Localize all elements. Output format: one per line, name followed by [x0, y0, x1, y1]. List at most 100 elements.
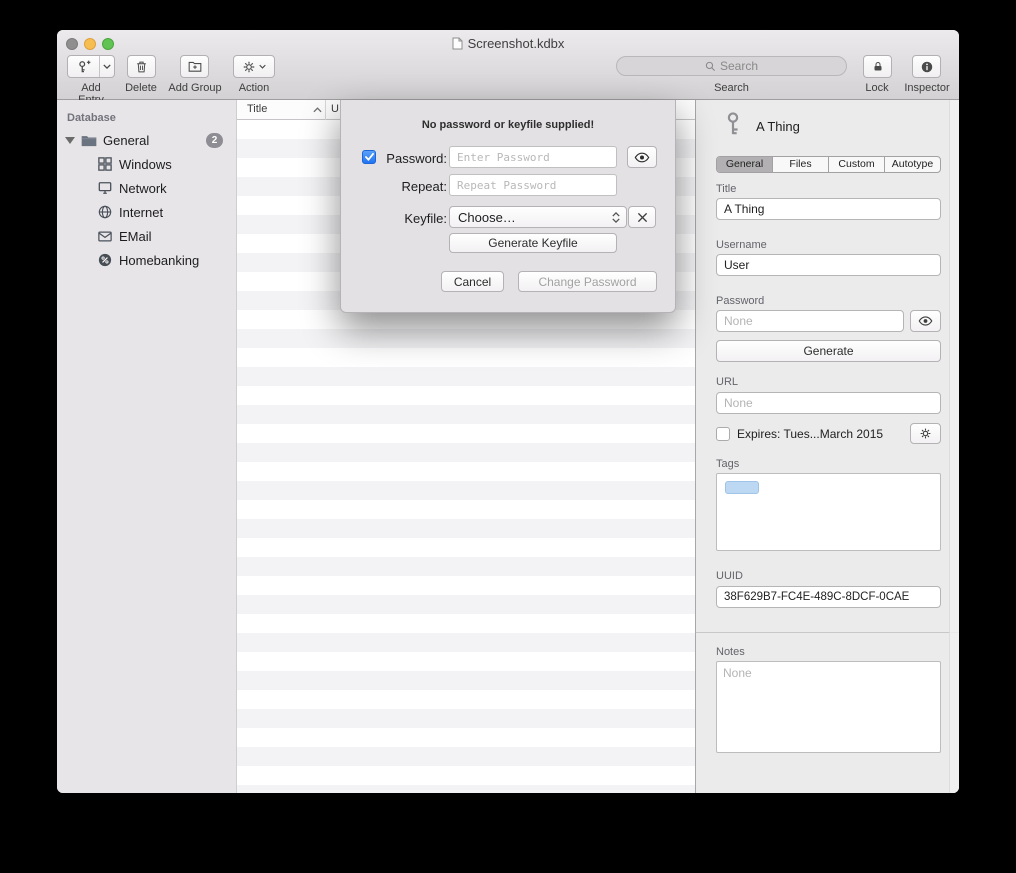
envelope-icon [97, 228, 113, 244]
info-icon [920, 60, 934, 74]
add-group-button[interactable] [180, 55, 209, 78]
sort-ascending-icon[interactable] [313, 104, 322, 116]
gear-icon [919, 427, 932, 440]
lock-icon [872, 60, 884, 73]
username-input[interactable] [716, 254, 941, 276]
dialog-message: No password or keyfile supplied! [341, 119, 675, 131]
sidebar-group-email[interactable]: EMail [57, 224, 236, 248]
search-label: Search [616, 82, 847, 94]
windows-icon [97, 156, 113, 172]
action-label: Action [233, 82, 275, 94]
inspector-scrollbar[interactable] [949, 100, 959, 793]
app-window: Screenshot.kdbx Add Entry Delete Add [57, 30, 959, 793]
folder-plus-icon [188, 60, 202, 73]
search-icon [705, 61, 716, 72]
chevron-down-icon[interactable] [100, 64, 114, 69]
cancel-button[interactable]: Cancel [441, 271, 504, 292]
sidebar-group-network[interactable]: Network [57, 176, 236, 200]
disclosure-triangle-icon[interactable] [65, 137, 75, 144]
password-input[interactable] [716, 310, 904, 332]
tab-custom[interactable]: Custom [829, 157, 885, 172]
uuid-field[interactable] [716, 586, 941, 608]
title-label: Title [716, 183, 736, 195]
sidebar-group-general[interactable]: General 2 [57, 128, 236, 152]
url-label: URL [716, 376, 738, 388]
password-label: Password [716, 295, 764, 307]
column-divider[interactable] [325, 100, 326, 120]
tags-label: Tags [716, 458, 739, 470]
clear-keyfile-button[interactable] [628, 206, 656, 228]
keyfile-popup-value: Choose… [458, 210, 516, 225]
gear-icon [242, 60, 256, 74]
search-input[interactable]: Search [616, 56, 847, 76]
generate-password-button[interactable]: Generate [716, 340, 941, 362]
chevron-down-icon [259, 64, 266, 69]
inspector-label: Inspector [898, 82, 956, 94]
tab-autotype[interactable]: Autotype [885, 157, 940, 172]
change-password-button[interactable]: Change Password [518, 271, 657, 292]
column-header-username[interactable]: U [331, 103, 339, 115]
expires-checkbox[interactable] [716, 427, 730, 441]
cancel-label: Cancel [454, 275, 491, 289]
sidebar-group-homebanking[interactable]: Homebanking [57, 248, 236, 272]
delete-label: Delete [112, 82, 170, 94]
entry-title: A Thing [756, 119, 800, 134]
network-icon [97, 180, 113, 196]
eye-icon [918, 316, 933, 326]
column-header-title[interactable]: Title [247, 103, 267, 115]
document-icon [452, 37, 463, 50]
percent-coin-icon [97, 252, 113, 268]
tags-field[interactable] [716, 473, 941, 551]
username-label: Username [716, 239, 767, 251]
sidebar-section-header: Database [67, 112, 116, 124]
eye-icon [634, 152, 650, 163]
sidebar-group-windows[interactable]: Windows [57, 152, 236, 176]
password-field-label: Password: [377, 151, 447, 166]
action-button[interactable] [233, 55, 275, 78]
keyfile-popup-button[interactable]: Choose… [449, 206, 627, 228]
title-input[interactable] [716, 198, 941, 220]
group-label: Homebanking [119, 253, 199, 268]
dialog-password-input[interactable] [449, 146, 617, 168]
window-title: Screenshot.kdbx [57, 36, 959, 51]
dialog-show-password-button[interactable] [627, 146, 657, 168]
dialog-repeat-input[interactable] [449, 174, 617, 196]
generate-label: Generate [803, 344, 853, 358]
group-label: Internet [119, 205, 163, 220]
key-plus-icon [68, 60, 99, 74]
delete-button[interactable] [127, 55, 156, 78]
group-label: Network [119, 181, 167, 196]
sidebar: Database General 2 Windows Net [57, 100, 237, 793]
toolbar: Screenshot.kdbx Add Entry Delete Add [57, 30, 959, 100]
trash-icon [135, 60, 148, 74]
notes-textarea[interactable] [716, 661, 941, 753]
lock-button[interactable] [863, 55, 892, 78]
sidebar-group-internet[interactable]: Internet [57, 200, 236, 224]
expires-label: Expires: Tues...March 2015 [737, 427, 883, 441]
folder-icon [81, 132, 97, 148]
tag-chip[interactable] [725, 481, 759, 494]
desktop: { "window": { "title": "Screenshot.kdbx"… [0, 0, 1016, 873]
tab-files[interactable]: Files [773, 157, 829, 172]
inspector-button[interactable] [912, 55, 941, 78]
globe-icon [97, 204, 113, 220]
generate-keyfile-label: Generate Keyfile [488, 236, 577, 250]
tab-general[interactable]: General [717, 157, 773, 172]
add-entry-button[interactable] [67, 55, 115, 78]
url-input[interactable] [716, 392, 941, 414]
uuid-label: UUID [716, 570, 743, 582]
generate-keyfile-button[interactable]: Generate Keyfile [449, 233, 617, 253]
section-divider [696, 632, 959, 633]
inspector-tabs: General Files Custom Autotype [716, 156, 941, 173]
change-password-label: Change Password [538, 275, 636, 289]
show-password-button[interactable] [910, 310, 941, 332]
group-label: General [103, 133, 149, 148]
close-x-icon [637, 212, 648, 223]
repeat-field-label: Repeat: [377, 179, 447, 194]
password-checkbox[interactable] [362, 150, 376, 164]
entry-count-badge: 2 [206, 133, 223, 148]
keyfile-field-label: Keyfile: [377, 211, 447, 226]
expires-settings-button[interactable] [910, 423, 941, 444]
key-icon [722, 112, 744, 141]
change-password-dialog: No password or keyfile supplied! Passwor… [340, 100, 676, 313]
